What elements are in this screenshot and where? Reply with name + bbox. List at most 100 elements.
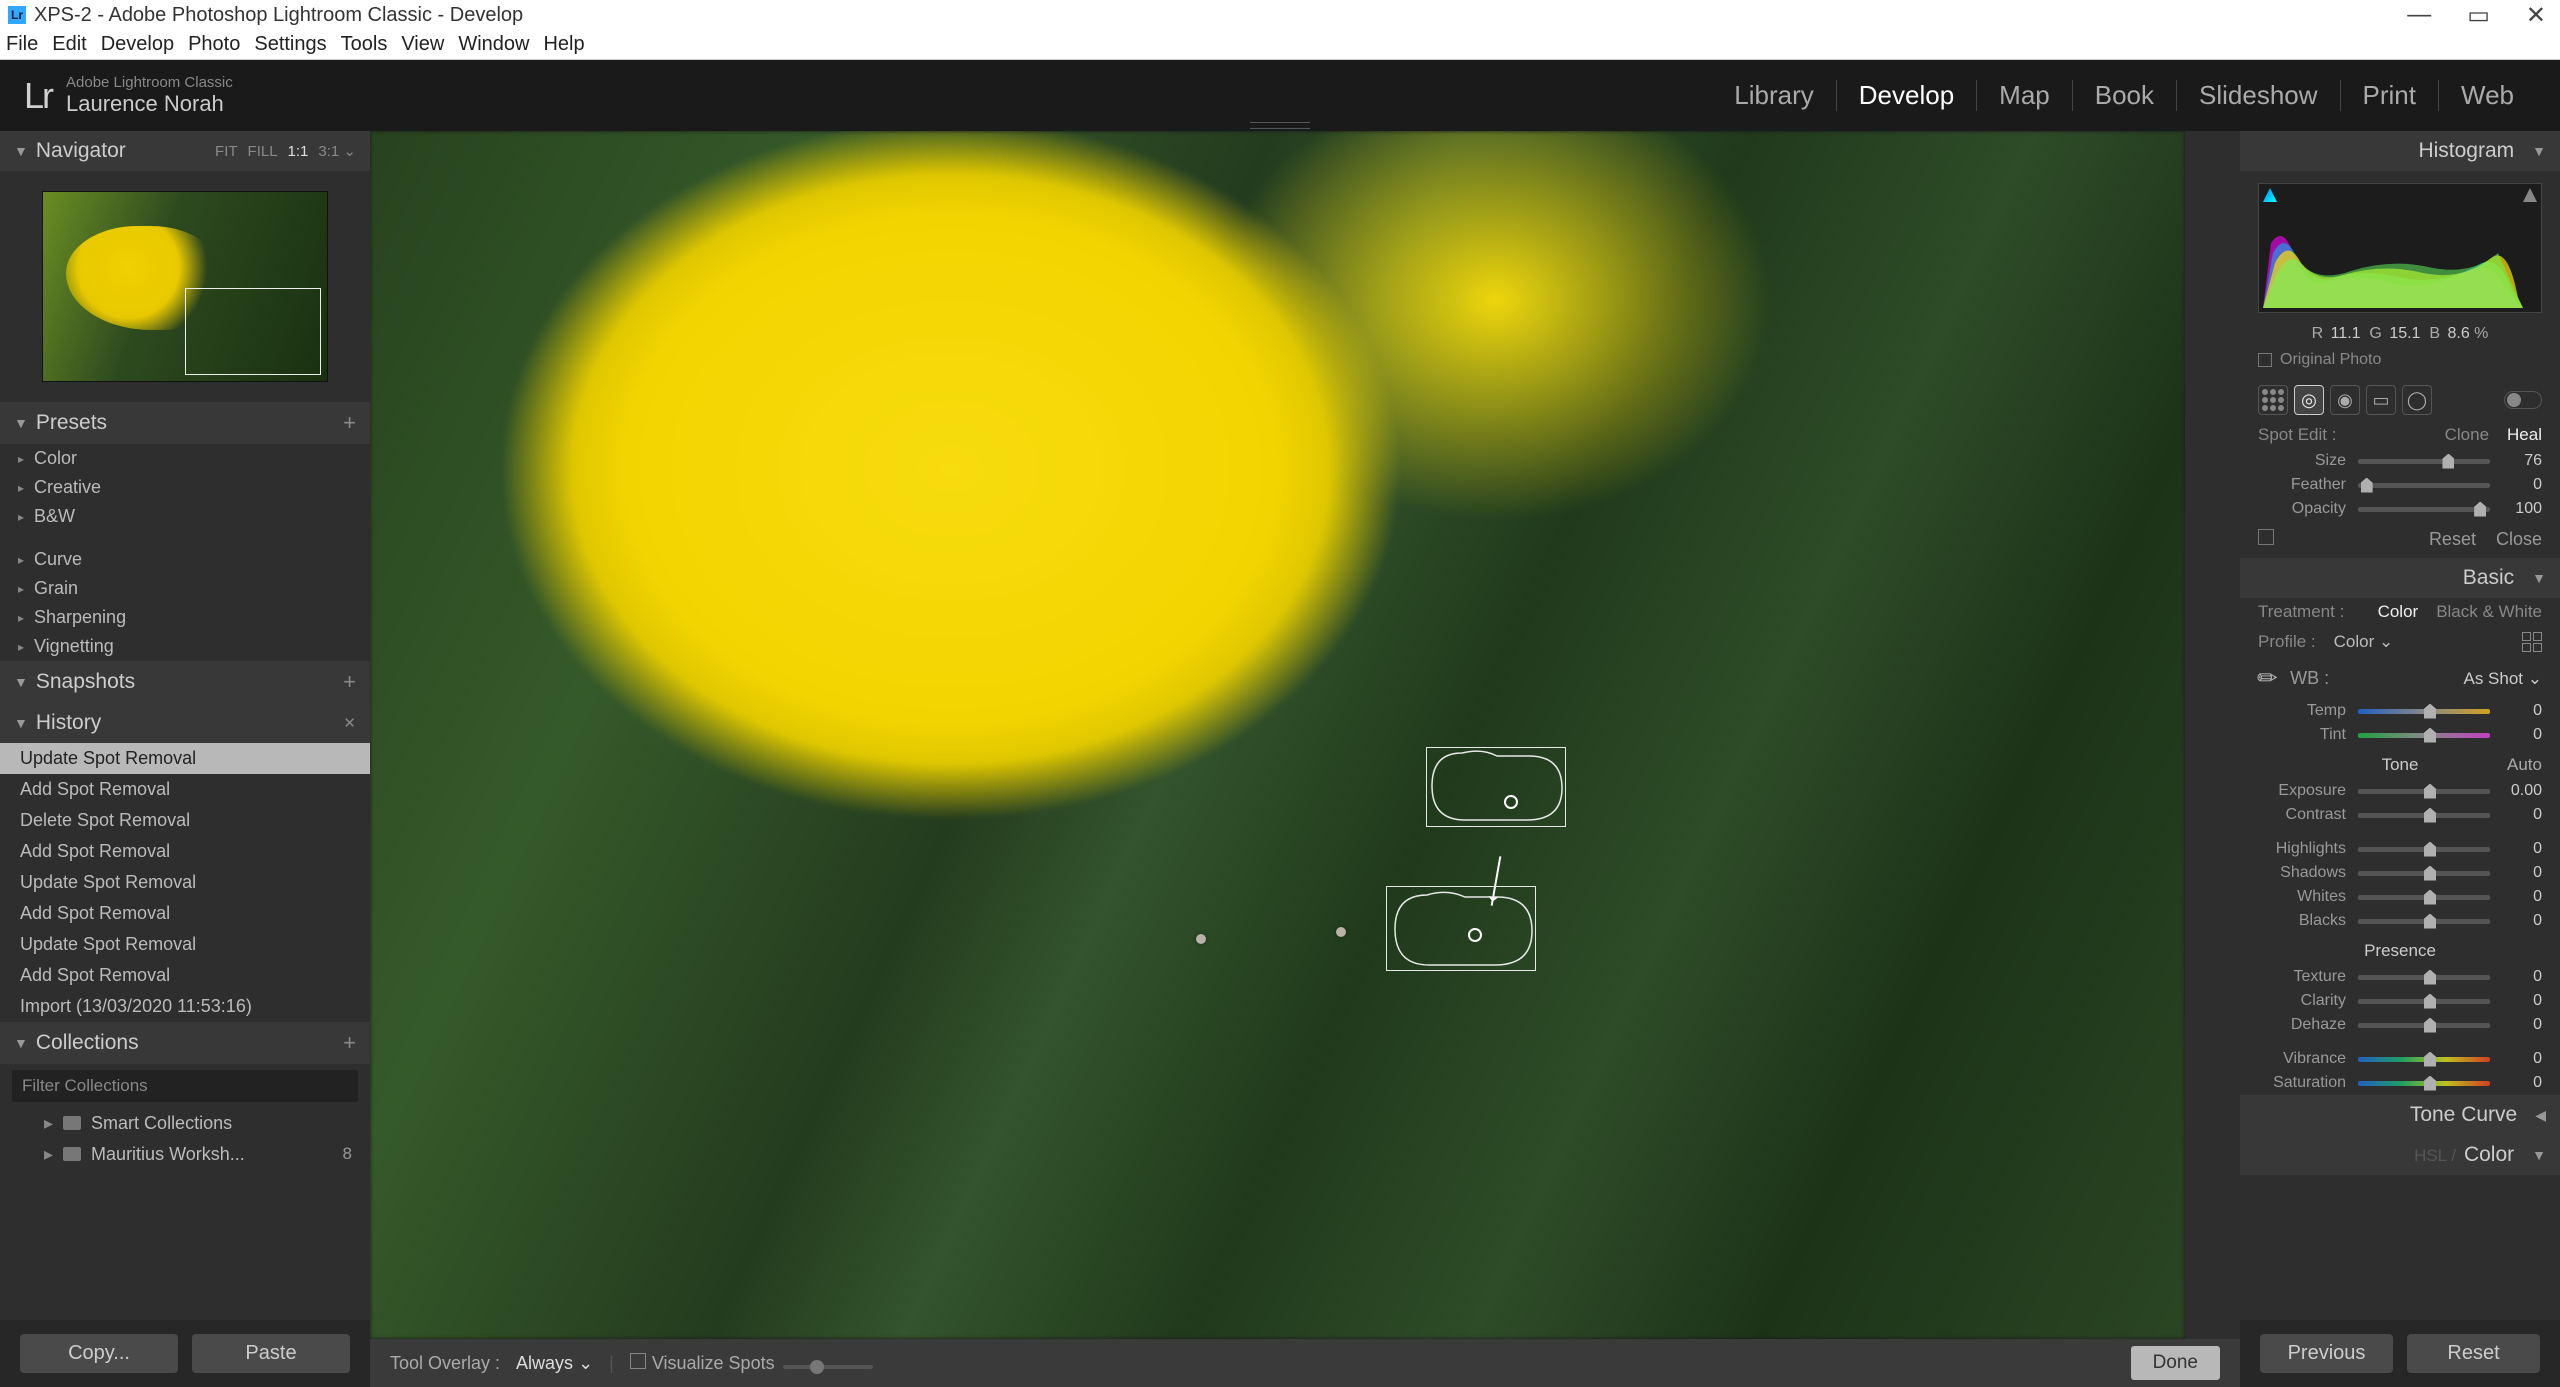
slider-value[interactable]: 0 [2490,968,2542,986]
filmstrip-collapsed[interactable] [2185,131,2240,1339]
spot-pin[interactable] [1336,927,1346,937]
slider-contrast[interactable]: Contrast 0 [2240,803,2560,827]
menu-view[interactable]: View [401,33,444,56]
slider-knob[interactable] [2424,866,2436,881]
slider-value[interactable]: 0.00 [2490,782,2542,800]
mode-heal[interactable]: Heal [2507,425,2542,445]
presets-header[interactable]: ▼ Presets + [0,402,370,444]
slider-knob[interactable] [2424,808,2436,823]
treatment-color[interactable]: Color [2378,602,2419,622]
graduated-filter-tool[interactable]: ▭ [2366,385,2396,415]
slider-whites[interactable]: Whites 0 [2240,885,2560,909]
spot-close-button[interactable]: Close [2496,529,2542,550]
slider-knob[interactable] [2424,970,2436,985]
slider-highlights[interactable]: Highlights 0 [2240,837,2560,861]
slider-exposure[interactable]: Exposure 0.00 [2240,779,2560,803]
panel-grip-icon[interactable] [1245,122,1315,128]
slider-knob[interactable] [2424,728,2436,743]
zoom-1to1[interactable]: 1:1 [288,143,309,160]
slider-knob[interactable] [2474,502,2486,517]
slider-value[interactable]: 0 [2490,476,2542,494]
module-develop[interactable]: Develop [1837,80,1977,111]
slider-value[interactable]: 76 [2490,452,2542,470]
slider-knob[interactable] [2442,454,2454,469]
visualize-spots-toggle[interactable]: Visualize Spots [630,1353,873,1374]
slider-value[interactable]: 0 [2490,1016,2542,1034]
slider-tint[interactable]: Tint 0 [2240,723,2560,747]
history-step[interactable]: Add Spot Removal [0,898,370,929]
slider-track[interactable] [2358,1081,2490,1086]
highlight-clipping-icon[interactable] [2523,188,2537,202]
menu-photo[interactable]: Photo [188,33,240,56]
slider-track[interactable] [2358,459,2490,464]
redeye-tool[interactable]: ◉ [2330,385,2360,415]
slider-knob[interactable] [2424,1052,2436,1067]
heal-destination-outline[interactable] [1386,886,1536,971]
history-header[interactable]: ▼ History ✕ [0,703,370,743]
slider-knob[interactable] [2424,890,2436,905]
tone-curve-header[interactable]: Tone Curve ◀ [2240,1095,2560,1135]
slider-track[interactable] [2358,813,2490,818]
slider-knob[interactable] [2424,784,2436,799]
previous-button[interactable]: Previous [2260,1334,2393,1373]
slider-clarity[interactable]: Clarity 0 [2240,989,2560,1013]
menu-settings[interactable]: Settings [254,33,326,56]
slider-texture[interactable]: Texture 0 [2240,965,2560,989]
collections-header[interactable]: ▼ Collections + [0,1022,370,1064]
slider-dehaze[interactable]: Dehaze 0 [2240,1013,2560,1037]
original-photo-toggle[interactable]: Original Photo [2240,351,2560,379]
tool-overlay-mode[interactable]: Always ⌄ [516,1353,593,1374]
history-step[interactable]: Add Spot Removal [0,836,370,867]
preset-group[interactable]: Curve [0,545,370,574]
zoom-custom[interactable]: 3:1 ⌄ [318,142,356,160]
done-button[interactable]: Done [2131,1346,2220,1380]
slider-track[interactable] [2358,1057,2490,1062]
slider-knob[interactable] [2424,1076,2436,1091]
pin-toggle-icon[interactable] [2258,529,2274,545]
shadow-clipping-icon[interactable] [2263,188,2277,202]
treatment-bw[interactable]: Black & White [2436,602,2542,622]
mode-clone[interactable]: Clone [2445,425,2489,445]
wb-preset-selector[interactable]: As Shot ⌄ [2463,669,2542,689]
slider-track[interactable] [2358,1023,2490,1028]
module-book[interactable]: Book [2073,80,2177,111]
add-snapshot-button[interactable]: + [343,669,356,695]
history-step[interactable]: Update Spot Removal [0,743,370,774]
slider-knob[interactable] [2424,994,2436,1009]
slider-track[interactable] [2358,483,2490,488]
window-maximize-button[interactable]: ▭ [2467,1,2490,30]
slider-size[interactable]: Size 76 [2240,449,2560,473]
radial-filter-tool[interactable]: ◯ [2402,385,2432,415]
copy-settings-button[interactable]: Copy... [20,1334,178,1373]
zoom-fit[interactable]: FIT [215,143,238,160]
slider-knob[interactable] [2424,1018,2436,1033]
slider-value[interactable]: 0 [2490,912,2542,930]
spot-reset-button[interactable]: Reset [2429,529,2476,550]
slider-track[interactable] [2358,975,2490,980]
slider-track[interactable] [2358,709,2490,714]
slider-value[interactable]: 0 [2490,1074,2542,1092]
slider-track[interactable] [2358,999,2490,1004]
window-minimize-button[interactable]: — [2407,1,2431,30]
slider-value[interactable]: 100 [2490,500,2542,518]
slider-value[interactable]: 0 [2490,726,2542,744]
menu-tools[interactable]: Tools [341,33,388,56]
collection-item[interactable]: ▸Smart Collections [0,1108,370,1139]
history-step[interactable]: Delete Spot Removal [0,805,370,836]
paste-settings-button[interactable]: Paste [192,1334,350,1373]
white-balance-dropper-icon[interactable]: ✎ [2251,661,2286,696]
zoom-fill[interactable]: FILL [248,143,278,160]
clear-history-button[interactable]: ✕ [343,714,356,732]
slider-track[interactable] [2358,507,2490,512]
add-preset-button[interactable]: + [343,410,356,436]
slider-value[interactable]: 0 [2490,992,2542,1010]
crop-tool[interactable] [2258,385,2288,415]
navigator-crop-rect[interactable] [185,288,321,375]
collection-item[interactable]: ▸Mauritius Worksh...8 [0,1139,370,1170]
navigator-preview[interactable] [0,171,370,402]
slider-saturation[interactable]: Saturation 0 [2240,1071,2560,1095]
history-step[interactable]: Add Spot Removal [0,774,370,805]
heal-source-outline[interactable] [1426,747,1566,827]
navigator-header[interactable]: ▼ Navigator FIT FILL 1:1 3:1 ⌄ [0,131,370,171]
slider-knob[interactable] [2361,478,2373,493]
